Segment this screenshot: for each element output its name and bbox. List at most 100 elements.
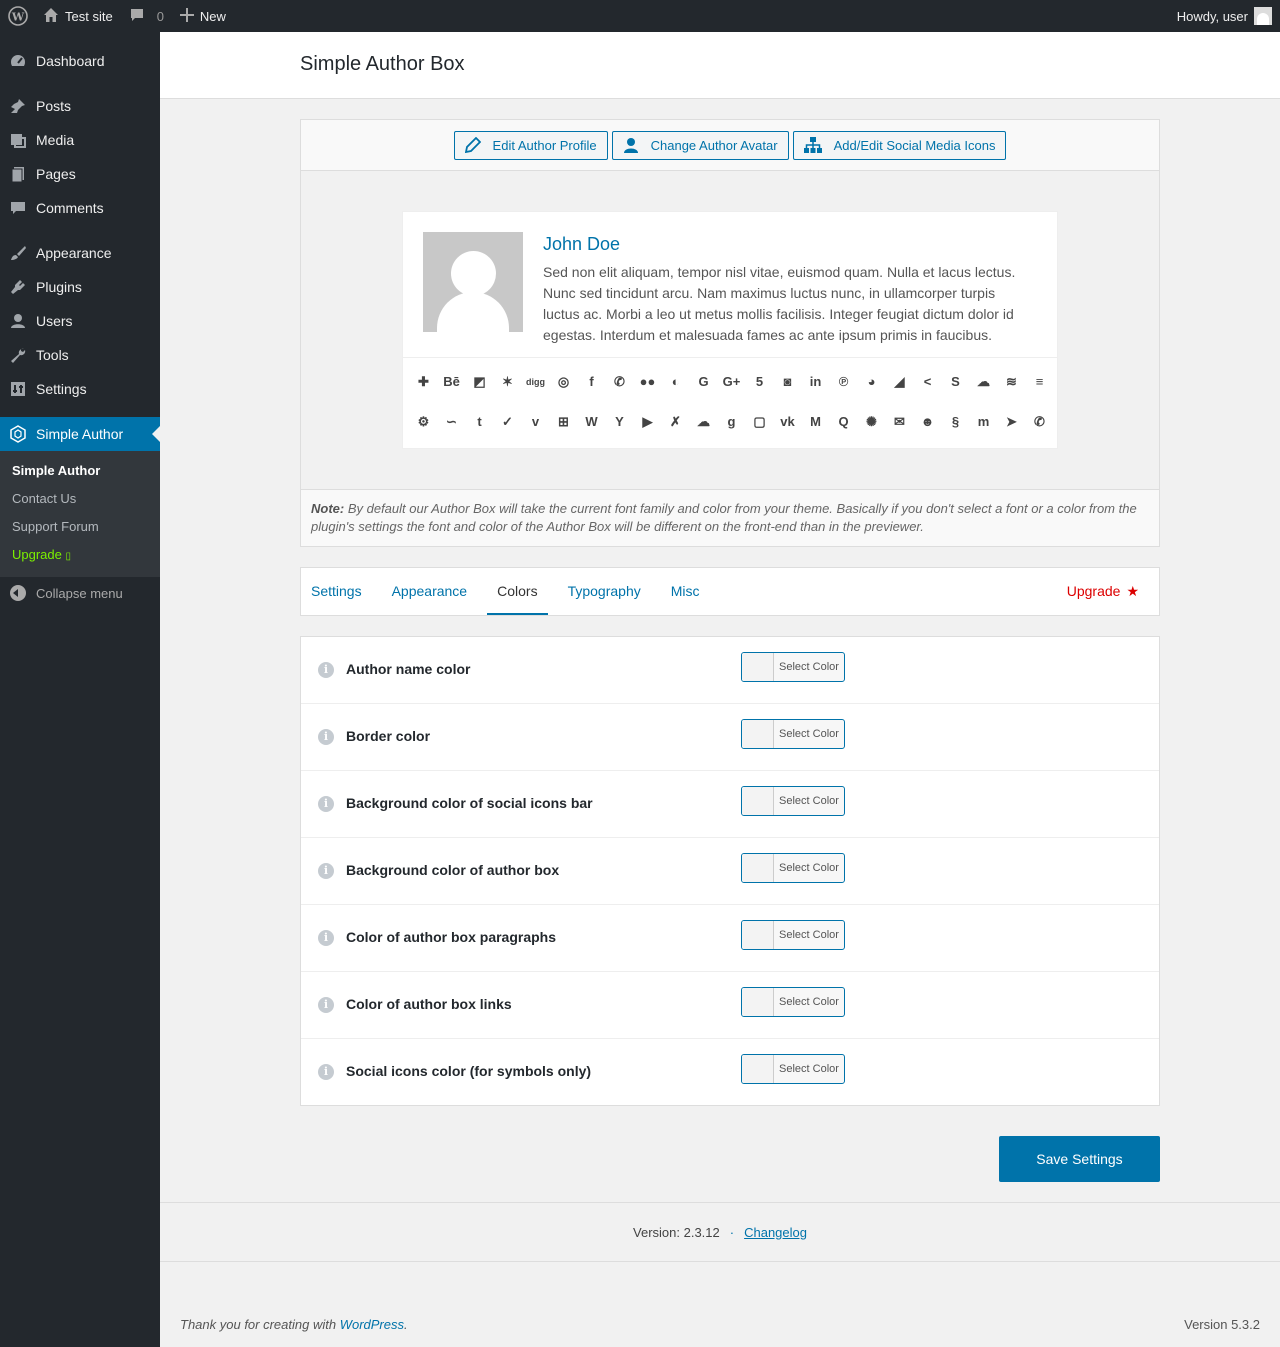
social-icon[interactable]: v [525,411,546,432]
social-icon[interactable]: ≡ [1029,371,1050,392]
social-icon[interactable]: ✗ [665,411,686,432]
menu-item-users[interactable]: Users [0,304,160,338]
separator-dot: · [729,1224,735,1240]
social-icon[interactable]: ◐ [665,371,686,392]
social-icon[interactable]: ◢ [889,371,910,392]
upgrade-label: Upgrade [12,547,62,562]
menu-item-appearance[interactable]: Appearance [0,236,160,270]
wordpress-logo-icon[interactable]: W [0,0,35,32]
select-color-button[interactable]: Select Color [741,853,845,883]
social-icon[interactable]: < [917,371,938,392]
info-icon[interactable]: i [318,796,334,812]
info-icon[interactable]: i [318,662,334,678]
select-color-button[interactable]: Select Color [741,719,845,749]
new-content-link[interactable]: New [172,0,234,32]
change-author-avatar-button[interactable]: Change Author Avatar [611,130,789,160]
social-icon[interactable]: ⊞ [553,411,574,432]
info-icon[interactable]: i [318,729,334,745]
site-name-link[interactable]: Test site [35,0,121,32]
menu-item-settings[interactable]: Settings [0,372,160,406]
submenu-simple-author[interactable]: Simple Author [0,457,160,485]
submenu-contact-us[interactable]: Contact Us [0,485,160,513]
social-icon[interactable]: ◙ [777,371,798,392]
select-color-button[interactable]: Select Color [741,652,845,682]
info-icon[interactable]: i [318,863,334,879]
social-icon[interactable]: ▶ [637,411,658,432]
social-icon[interactable]: ≋ [1001,371,1022,392]
author-name-link[interactable]: John Doe [543,234,620,255]
social-icon[interactable]: W [581,411,602,432]
tab-settings[interactable]: Settings [301,568,372,615]
social-icon[interactable]: ☻ [917,411,938,432]
social-icon[interactable]: vk [777,411,798,432]
tab-misc[interactable]: Misc [661,568,710,615]
select-color-button[interactable]: Select Color [741,920,845,950]
social-icon[interactable]: § [945,411,966,432]
select-color-button[interactable]: Select Color [741,1054,845,1084]
social-icon[interactable]: ◎ [553,371,574,392]
info-icon[interactable]: i [318,1064,334,1080]
menu-item-dashboard[interactable]: Dashboard [0,44,160,78]
social-icon[interactable]: M [805,411,826,432]
user-avatar-icon [1254,7,1272,25]
social-icon[interactable]: S [945,371,966,392]
social-icon[interactable]: ▢ [749,411,770,432]
social-icon[interactable]: G [693,371,714,392]
add-edit-social-icons-button[interactable]: Add/Edit Social Media Icons [792,130,1007,160]
social-icon[interactable]: m [973,411,994,432]
social-icon[interactable]: ✆ [1029,411,1050,432]
tab-upgrade[interactable]: Upgrade ★ [1057,568,1149,615]
social-icon[interactable]: digg [525,371,546,392]
social-icon[interactable]: ✚ [413,371,434,392]
collapse-menu-button[interactable]: Collapse menu [0,577,160,609]
select-color-button[interactable]: Select Color [741,786,845,816]
social-icon[interactable]: f [581,371,602,392]
comments-link[interactable]: 0 [121,0,172,32]
social-icon[interactable]: ◕ [861,371,882,392]
select-color-button[interactable]: Select Color [741,987,845,1017]
save-settings-button[interactable]: Save Settings [999,1136,1160,1182]
social-icon[interactable]: ✓ [497,411,518,432]
changelog-link[interactable]: Changelog [744,1225,807,1240]
menu-item-simple-author[interactable]: Simple Author [0,417,160,451]
social-icon[interactable]: Y [609,411,630,432]
comments-icon [8,198,28,218]
submenu-support-forum[interactable]: Support Forum [0,513,160,541]
menu-item-comments[interactable]: Comments [0,191,160,225]
info-icon[interactable]: i [318,997,334,1013]
social-icon[interactable]: t [469,411,490,432]
simple-author-icon [8,424,28,444]
edit-author-profile-button[interactable]: Edit Author Profile [453,130,608,160]
social-icon[interactable]: g [721,411,742,432]
menu-label: Appearance [36,245,112,261]
account-menu[interactable]: Howdy, user [1177,7,1280,25]
menu-item-tools[interactable]: Tools [0,338,160,372]
menu-item-media[interactable]: Media [0,123,160,157]
social-icon[interactable]: ✶ [497,371,518,392]
menu-item-posts[interactable]: Posts [0,89,160,123]
tab-colors[interactable]: Colors [487,568,548,615]
social-icon[interactable]: ☁ [973,371,994,392]
social-icon[interactable]: ✉ [889,411,910,432]
social-icon[interactable]: ●● [637,371,658,392]
social-icon[interactable]: ➤ [1001,411,1022,432]
social-icon[interactable]: ℗ [833,371,854,392]
menu-item-pages[interactable]: Pages [0,157,160,191]
social-icon[interactable]: ☁ [693,411,714,432]
social-icon[interactable]: 5 [749,371,770,392]
social-icon[interactable]: ⚙ [413,411,434,432]
social-icon[interactable]: G+ [721,371,742,392]
social-icon[interactable]: ✺ [861,411,882,432]
social-icon[interactable]: in [805,371,826,392]
tab-typography[interactable]: Typography [558,568,651,615]
wordpress-link[interactable]: WordPress [340,1317,404,1332]
tab-appearance[interactable]: Appearance [382,568,478,615]
social-icon[interactable]: ◩ [469,371,490,392]
social-icon[interactable]: Bē [441,371,462,392]
info-icon[interactable]: i [318,930,334,946]
submenu-upgrade[interactable]: Upgrade ▯ [0,541,160,569]
social-icon[interactable]: Q [833,411,854,432]
social-icon[interactable]: ∽ [441,411,462,432]
social-icon[interactable]: ✆ [609,371,630,392]
menu-item-plugins[interactable]: Plugins [0,270,160,304]
